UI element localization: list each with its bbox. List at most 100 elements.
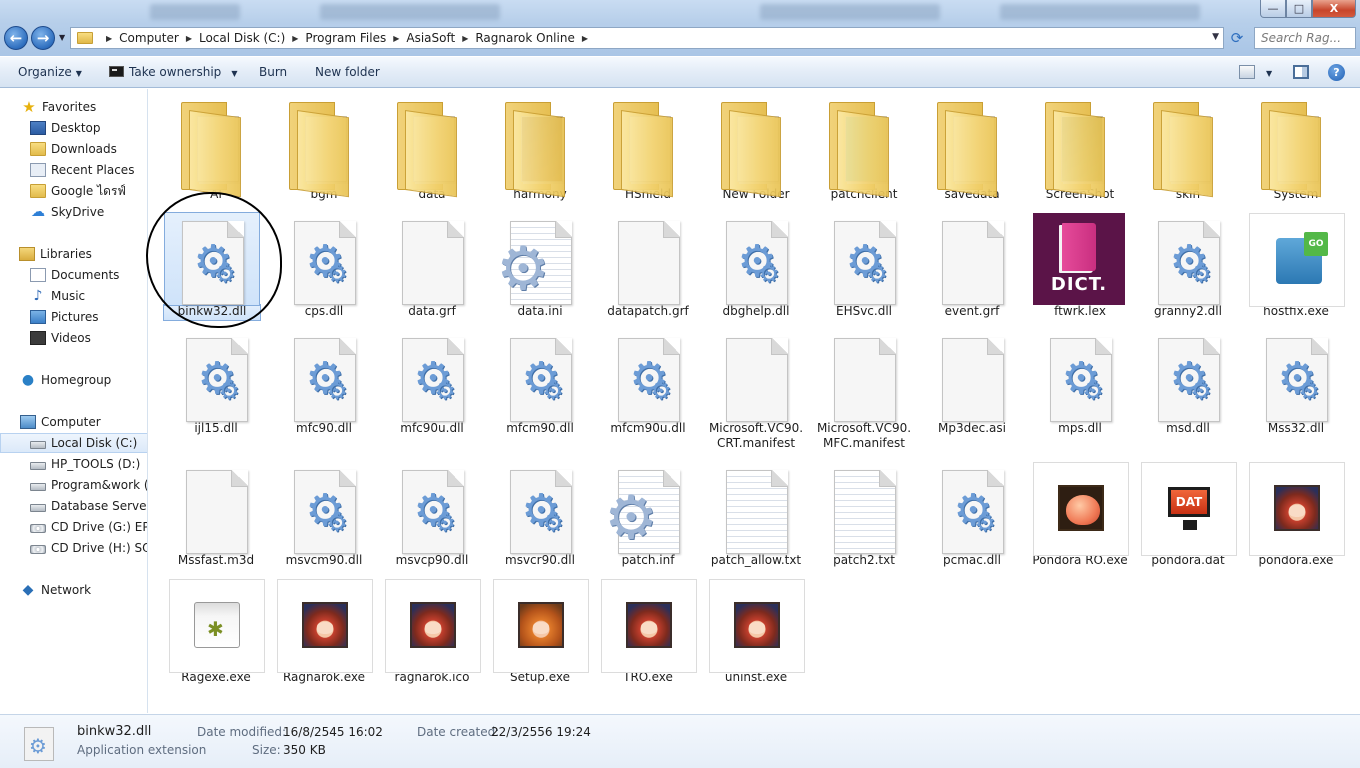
folder-icon [708,95,804,198]
folder-item[interactable]: data [383,95,481,203]
breadcrumb-program-files[interactable]: Program Files [305,31,386,45]
organize-button[interactable]: Organize ▼ [18,65,82,79]
folder-item[interactable]: harmony [491,95,589,203]
view-options-dropdown[interactable]: ▼ [1262,65,1272,79]
forward-button[interactable]: → [31,26,55,50]
address-bar[interactable]: ▶ Computer ▶ Local Disk (C:) ▶ Program F… [70,27,1224,49]
sidebar-item-cd-drive-h[interactable]: CD Drive (H:) SQLI [0,538,147,558]
search-input[interactable]: Search Rag... [1254,27,1356,49]
change-view-icon[interactable] [1239,65,1255,79]
file-item[interactable]: Microsoft.VC90.CRT.manifest [707,329,805,452]
file-item[interactable]: TRO.exe [599,578,697,686]
file-item[interactable]: Ragnarok.exe [275,578,373,686]
file-item[interactable]: ⚙ ⚙ mfcm90.dll [491,329,589,437]
folder-item[interactable]: System [1247,95,1345,203]
take-ownership-button[interactable]: Take ownership ▼ [109,65,237,79]
file-item[interactable]: ⚙ ⚙ Mss32.dll [1247,329,1345,437]
sidebar-item-documents[interactable]: Documents [0,265,147,285]
file-item[interactable]: ⚙ ⚙ mfcm90u.dll [599,329,697,437]
file-item[interactable]: ⚙ patch.inf [599,461,697,569]
folder-item[interactable]: savedata [923,95,1021,203]
recent-pages-dropdown[interactable]: ▼ [59,33,65,42]
folder-item[interactable]: AI [167,95,265,203]
file-item[interactable]: ⚙ ⚙ mps.dll [1031,329,1129,437]
refresh-button[interactable]: ⟳ [1227,28,1247,48]
file-item[interactable]: Pondora RO.exe [1031,461,1129,569]
file-item[interactable]: data.grf [383,212,481,320]
sidebar-item-network[interactable]: ◆ Network [0,580,147,600]
file-item[interactable]: patch2.txt [815,461,913,569]
file-item[interactable]: hostfix.exe [1247,212,1345,320]
maximize-button[interactable]: □ [1286,0,1312,18]
file-item[interactable]: ⚙ data.ini [491,212,589,320]
file-item[interactable]: event.grf [923,212,1021,320]
file-item[interactable]: Microsoft.VC90.MFC.manifest [815,329,913,452]
sidebar-item-videos[interactable]: Videos [0,328,147,348]
chevron-right-icon[interactable]: ▶ [462,34,468,43]
address-dropdown-icon[interactable]: ▼ [1212,32,1219,42]
chevron-right-icon[interactable]: ▶ [292,34,298,43]
file-item[interactable]: ⚙ ⚙ pcmac.dll [923,461,1021,569]
cmd-icon [109,66,124,77]
sidebar-item-homegroup[interactable]: ● Homegroup [0,370,147,390]
file-item[interactable]: Mssfast.m3d [167,461,265,569]
file-item[interactable]: ⚙ ⚙ mfc90u.dll [383,329,481,437]
sidebar-item-database-server[interactable]: Database Server al [0,496,147,516]
file-item[interactable]: DAT pondora.dat [1139,461,1237,569]
file-item[interactable]: pondora.exe [1247,461,1345,569]
sidebar-item-hp-tools[interactable]: HP_TOOLS (D:) [0,454,147,474]
file-item[interactable]: ⚙ ⚙ cps.dll [275,212,373,320]
sidebar-item-libraries[interactable]: Libraries [0,244,147,264]
breadcrumb-asiasoft[interactable]: AsiaSoft [406,31,455,45]
minimize-button[interactable]: — [1260,0,1286,18]
folder-item[interactable]: bgm [275,95,373,203]
file-item[interactable]: Mp3dec.asi [923,329,1021,437]
sidebar-item-pictures[interactable]: Pictures [0,307,147,327]
sidebar-item-favorites[interactable]: ★ Favorites [0,97,147,117]
sidebar-item-downloads[interactable]: Downloads [0,139,147,159]
folder-item[interactable]: HShield [599,95,697,203]
file-item[interactable]: ⚙ ⚙ msvcm90.dll [275,461,373,569]
file-item[interactable]: patch_allow.txt [707,461,805,569]
sidebar-item-music[interactable]: ♪ Music [0,286,147,306]
folder-item[interactable]: patchclient [815,95,913,203]
sidebar-item-desktop[interactable]: Desktop [0,118,147,138]
sidebar-item-skydrive[interactable]: ☁ SkyDrive [0,202,147,222]
file-item[interactable]: datapatch.grf [599,212,697,320]
sidebar-item-program-work[interactable]: Program&work (E [0,475,147,495]
sidebar-item-local-disk-c[interactable]: Local Disk (C:) [0,433,147,453]
sidebar-item-computer[interactable]: Computer [0,412,147,432]
help-icon[interactable]: ? [1328,64,1345,81]
breadcrumb-ragnarok-online[interactable]: Ragnarok Online [475,31,575,45]
chevron-right-icon[interactable]: ▶ [106,34,112,43]
file-item[interactable]: uninst.exe [707,578,805,686]
file-item[interactable]: Setup.exe [491,578,589,686]
breadcrumb-local-disk[interactable]: Local Disk (C:) [199,31,285,45]
folder-item[interactable]: ScreenShot [1031,95,1129,203]
file-item[interactable]: ⚙ ⚙ msvcr90.dll [491,461,589,569]
chevron-right-icon[interactable]: ▶ [582,34,588,43]
burn-button[interactable]: Burn [259,65,287,79]
file-item[interactable]: ⚙ ⚙ dbghelp.dll [707,212,805,320]
sidebar-item-cd-drive-g[interactable]: CD Drive (G:) EPSC [0,517,147,537]
preview-pane-icon[interactable] [1293,65,1309,79]
file-item[interactable]: DICT. ftwrk.lex [1031,212,1129,320]
folder-item[interactable]: New Folder [707,95,805,203]
sidebar-item-recent-places[interactable]: Recent Places [0,160,147,180]
new-folder-button[interactable]: New folder [315,65,380,79]
sidebar-item-google-drive[interactable]: Google ไดรฟ์ [0,181,147,201]
folder-item[interactable]: skin [1139,95,1237,203]
back-button[interactable]: ← [4,26,28,50]
file-item[interactable]: ⚙ ⚙ EHSvc.dll [815,212,913,320]
close-button[interactable]: X [1312,0,1356,18]
chevron-right-icon[interactable]: ▶ [393,34,399,43]
breadcrumb-computer[interactable]: Computer [119,31,179,45]
file-item[interactable]: ⚙ ⚙ msvcp90.dll [383,461,481,569]
file-item[interactable]: Ragexe.exe [167,578,265,686]
file-item[interactable]: ⚙ ⚙ ijl15.dll [167,329,265,437]
file-item[interactable]: ⚙ ⚙ msd.dll [1139,329,1237,437]
file-item[interactable]: ragnarok.ico [383,578,481,686]
chevron-right-icon[interactable]: ▶ [186,34,192,43]
file-item[interactable]: ⚙ ⚙ mfc90.dll [275,329,373,437]
file-item[interactable]: ⚙ ⚙ granny2.dll [1139,212,1237,320]
